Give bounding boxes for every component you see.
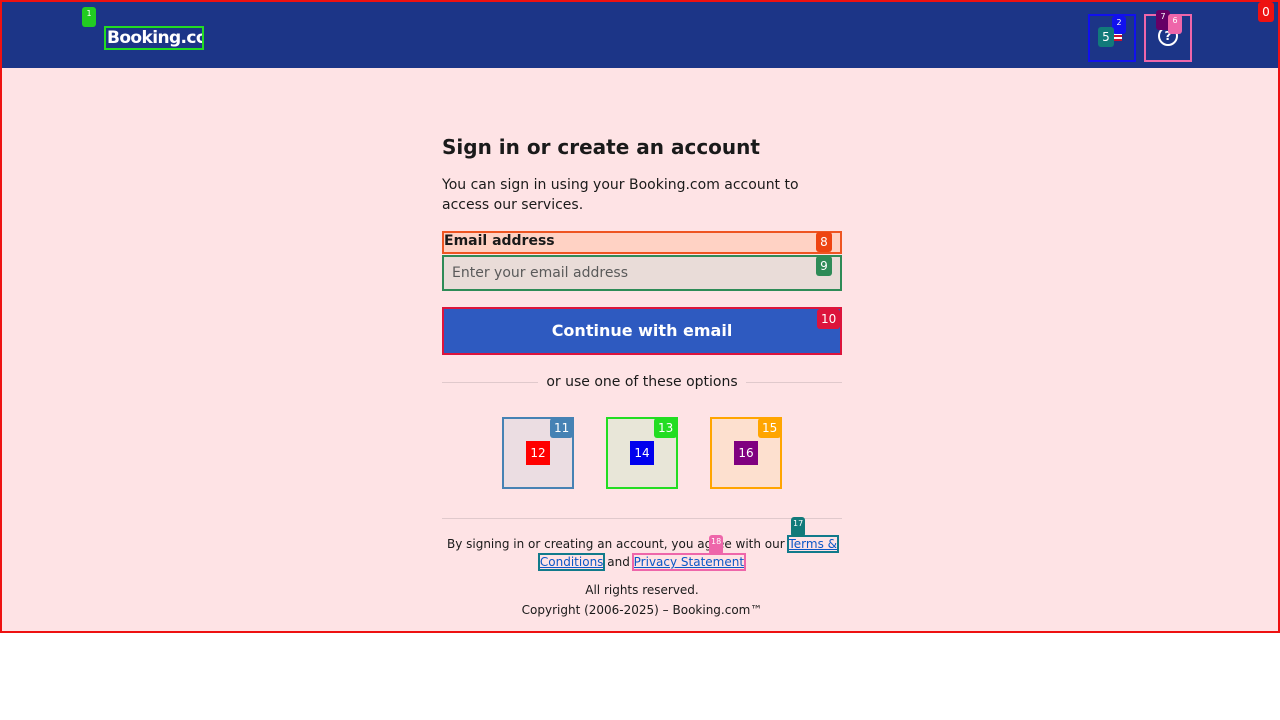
privacy-link[interactable]: Privacy Statement	[631, 553, 747, 571]
rights-text: All rights reserved.	[585, 583, 699, 597]
overlay-tag: 5	[1098, 27, 1114, 47]
continue-with-email-button[interactable]: Continue with email	[442, 307, 842, 355]
legal-prefix: By signing in or creating an account, yo…	[446, 537, 785, 551]
overlay-tag: 0	[1258, 2, 1274, 22]
overlay-tag: 11	[550, 418, 574, 438]
overlay-tag: 13	[654, 418, 678, 438]
signin-page: Booking.com ? Sign in or create an accou…	[0, 0, 1280, 633]
page-description: You can sign in using your Booking.com a…	[442, 177, 799, 213]
overlay-tag: 2	[1112, 16, 1126, 34]
apple-icon: 14	[630, 441, 654, 465]
overlay-tag: 17	[791, 517, 806, 537]
site-header: Booking.com ?	[2, 2, 1278, 68]
overlay-tag: 8	[816, 232, 832, 252]
facebook-icon: 16	[734, 441, 758, 465]
options-divider: or use one of these options	[442, 372, 842, 392]
overlay-tag: 6	[1168, 14, 1182, 34]
overlay-tag: 15	[758, 418, 782, 438]
google-icon: 12	[526, 441, 550, 465]
overlay-tag: 9	[816, 256, 832, 276]
page-title: Sign in or create an account	[442, 135, 760, 159]
divider-text: or use one of these options	[538, 374, 746, 390]
footer-divider	[442, 518, 842, 519]
copyright-text: Copyright (2006-2025) – Booking.com™	[521, 603, 763, 617]
legal-notice: By signing in or creating an account, yo…	[442, 535, 842, 571]
email-field[interactable]	[442, 255, 842, 291]
overlay-tag: 10	[817, 309, 841, 329]
booking-logo[interactable]: Booking.com	[104, 26, 204, 50]
email-label[interactable]: Email address	[442, 231, 842, 254]
overlay-tag: 1	[82, 7, 96, 27]
legal-and: and	[607, 555, 630, 569]
overlay-tag: 18	[709, 535, 724, 555]
